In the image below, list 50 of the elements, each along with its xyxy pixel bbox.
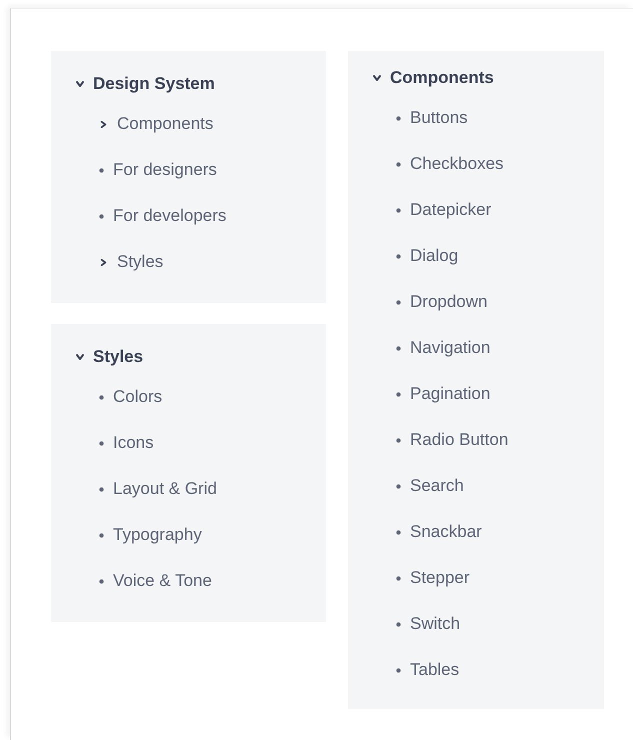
bullet-icon bbox=[99, 168, 104, 172]
bullet-icon bbox=[396, 622, 401, 626]
nav-link[interactable]: Datepicker bbox=[396, 187, 492, 233]
bullet-icon bbox=[396, 116, 401, 120]
nav-link[interactable]: Dropdown bbox=[396, 279, 488, 325]
section-toggle[interactable]: Components bbox=[372, 65, 494, 91]
bullet-icon bbox=[99, 486, 104, 492]
nav-link[interactable]: Stepper bbox=[396, 555, 470, 601]
chevron-icon bbox=[99, 258, 108, 266]
nav-link[interactable]: Navigation bbox=[396, 325, 490, 371]
bullet-icon bbox=[396, 254, 401, 258]
bullet-icon bbox=[396, 530, 401, 534]
bullet-icon bbox=[99, 578, 104, 584]
bullet-icon bbox=[99, 214, 104, 218]
nav-link[interactable]: Snackbar bbox=[396, 509, 482, 555]
nav-link[interactable]: Layout & Grid bbox=[99, 466, 217, 512]
nav-link[interactable]: Components bbox=[99, 101, 214, 147]
chevron-icon bbox=[99, 120, 108, 128]
nav-link[interactable]: Typography bbox=[99, 512, 202, 558]
nav-link[interactable]: Checkboxes bbox=[396, 141, 504, 187]
nav-link[interactable]: For developers bbox=[99, 193, 226, 239]
bullet-icon bbox=[99, 440, 104, 446]
nav-link[interactable]: Buttons bbox=[396, 95, 468, 141]
nav-link[interactable]: Voice & Tone bbox=[99, 558, 212, 604]
bullet-icon bbox=[396, 576, 401, 580]
nav-link[interactable]: For designers bbox=[99, 147, 217, 193]
section-toggle[interactable]: Design System bbox=[75, 71, 215, 97]
nav-link[interactable]: Radio Button bbox=[396, 417, 508, 463]
nav-link[interactable]: Colors bbox=[99, 374, 162, 420]
nav-link[interactable]: Icons bbox=[99, 420, 154, 466]
bullet-icon bbox=[396, 438, 401, 442]
chevron-icon bbox=[75, 352, 85, 362]
nav-link[interactable]: Pagination bbox=[396, 371, 490, 417]
nav-link[interactable]: Styles bbox=[99, 239, 164, 285]
bullet-icon bbox=[99, 532, 104, 538]
nav-link[interactable]: Search bbox=[396, 463, 464, 509]
bullet-icon bbox=[396, 208, 401, 212]
bullet-icon bbox=[396, 300, 401, 304]
bullet-icon bbox=[99, 394, 104, 400]
bullet-icon bbox=[396, 484, 401, 488]
bullet-icon bbox=[396, 392, 401, 396]
chevron-icon bbox=[372, 73, 382, 83]
nav-link[interactable]: Switch bbox=[396, 601, 460, 647]
bullet-icon bbox=[396, 668, 401, 672]
bullet-icon bbox=[396, 346, 401, 350]
nav-link[interactable]: Dialog bbox=[396, 233, 458, 279]
bullet-icon bbox=[396, 162, 401, 166]
chevron-icon bbox=[75, 79, 85, 89]
nav-link[interactable]: Tables bbox=[396, 647, 460, 693]
section-toggle[interactable]: Styles bbox=[75, 344, 144, 370]
